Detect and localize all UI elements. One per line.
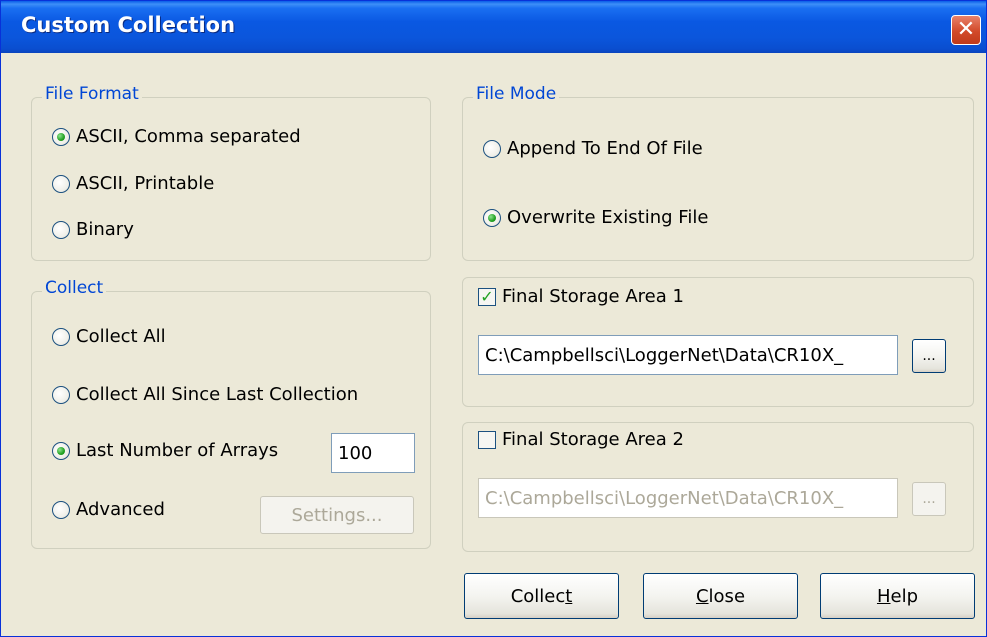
radio-append-end-of-file[interactable]: Append To End Of File: [483, 138, 703, 159]
final-storage-1-checkbox[interactable]: ✓ Final Storage Area 1: [478, 286, 684, 307]
checkbox-label: Final Storage Area 1: [502, 286, 684, 307]
radio-button: [483, 139, 501, 158]
file-mode-group: File Mode: [462, 84, 974, 261]
final-storage-2-checkbox[interactable]: Final Storage Area 2: [478, 429, 684, 450]
radio-button-checked: [52, 441, 70, 460]
help-button-label: Help: [876, 585, 919, 607]
radio-overwrite-existing[interactable]: Overwrite Existing File: [483, 207, 708, 228]
radio-button: [52, 500, 70, 519]
collect-legend: Collect: [42, 278, 107, 298]
radio-label: Binary: [76, 219, 134, 240]
radio-button: [52, 174, 70, 193]
close-button-label: Close: [695, 585, 746, 607]
radio-binary[interactable]: Binary: [52, 219, 134, 240]
radio-ascii-printable[interactable]: ASCII, Printable: [52, 173, 214, 194]
final-storage-2-browse-button[interactable]: ...: [912, 482, 946, 516]
radio-last-number-arrays[interactable]: Last Number of Arrays: [52, 440, 278, 461]
radio-button: [52, 327, 70, 346]
close-button[interactable]: Close: [643, 573, 798, 619]
radio-button-checked: [52, 127, 70, 146]
window-title: Custom Collection: [21, 13, 236, 37]
title-bar[interactable]: Custom Collection ✕: [1, 1, 986, 53]
close-icon: ✕: [956, 17, 976, 42]
settings-button[interactable]: Settings...: [260, 496, 414, 534]
settings-label: Settings...: [291, 504, 383, 526]
checkbox-label: Final Storage Area 2: [502, 429, 684, 450]
radio-button: [52, 385, 70, 404]
radio-label: Advanced: [76, 499, 165, 520]
radio-label: Append To End Of File: [507, 138, 703, 159]
radio-ascii-comma[interactable]: ASCII, Comma separated: [52, 126, 301, 147]
final-storage-2-path-input[interactable]: C:\Campbellsci\LoggerNet\Data\CR10X_: [478, 478, 898, 518]
checkbox-unchecked-icon: [478, 430, 496, 449]
radio-label: Last Number of Arrays: [76, 440, 279, 461]
custom-collection-dialog: Custom Collection ✕ File Format ASCII, C…: [0, 0, 987, 637]
radio-collect-since-last[interactable]: Collect All Since Last Collection: [52, 384, 358, 405]
radio-label: Overwrite Existing File: [507, 207, 709, 228]
radio-label: Collect All: [76, 326, 166, 347]
final-storage-1-path-input[interactable]: C:\Campbellsci\LoggerNet\Data\CR10X_: [478, 335, 898, 375]
radio-label: ASCII, Printable: [76, 173, 215, 194]
radio-label: Collect All Since Last Collection: [76, 384, 359, 405]
help-button[interactable]: Help: [820, 573, 975, 619]
radio-button: [52, 220, 70, 239]
radio-label: ASCII, Comma separated: [76, 126, 301, 147]
arrays-count-input[interactable]: 100: [331, 433, 415, 473]
browse-label: ...: [922, 491, 936, 507]
checkmark-icon: ✓: [478, 287, 496, 306]
file-mode-legend: File Mode: [473, 84, 560, 104]
browse-label: ...: [922, 348, 936, 364]
file-format-legend: File Format: [42, 84, 142, 104]
radio-button-checked: [483, 208, 501, 227]
collect-button-label: Collect: [510, 585, 573, 607]
radio-collect-all[interactable]: Collect All: [52, 326, 166, 347]
close-window-button[interactable]: ✕: [951, 15, 981, 45]
collect-button[interactable]: Collect: [464, 573, 619, 619]
final-storage-1-browse-button[interactable]: ...: [912, 339, 946, 373]
radio-advanced[interactable]: Advanced: [52, 499, 165, 520]
